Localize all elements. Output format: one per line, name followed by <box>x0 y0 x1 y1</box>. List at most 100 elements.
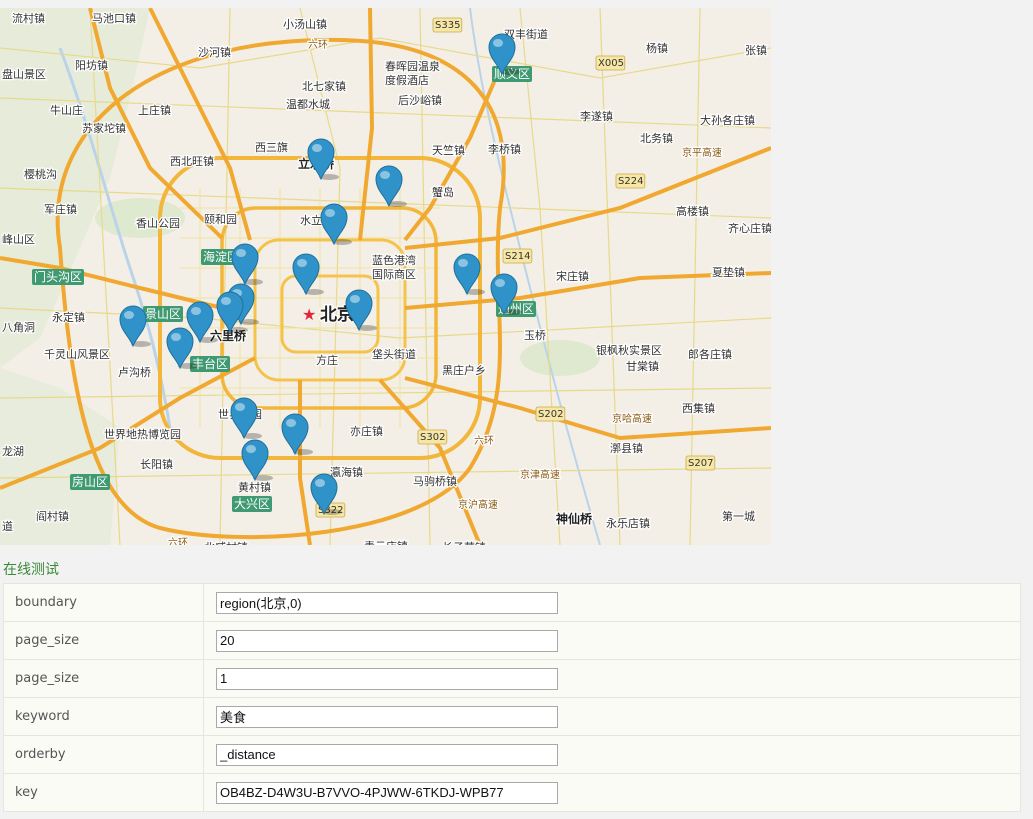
map-label: 黑庄户乡 <box>442 363 486 377</box>
map-label: 丰台区 <box>192 356 228 371</box>
map-label: 春晖园温泉 <box>385 59 440 73</box>
map-label: 甘棠镇 <box>626 359 659 373</box>
param-label: key <box>3 773 204 812</box>
map-label: 京哈高速 <box>612 412 652 425</box>
map-label: 北臧村镇 <box>204 540 248 545</box>
map-label: 峰山区 <box>2 233 35 246</box>
map-label: 龙湖 <box>2 445 24 458</box>
map-label: S302 <box>420 432 445 443</box>
map-label: 天竺镇 <box>432 143 465 157</box>
map-label: 西集镇 <box>682 401 715 415</box>
map-label: 黄村镇 <box>238 480 271 494</box>
map-label: 李遂镇 <box>580 109 613 123</box>
map-label: 长阳镇 <box>140 457 173 471</box>
map-canvas[interactable]: 流村镇 马池口镇 小汤山镇 S335双丰街道六环沙河镇春晖园温泉杨镇 张镇阳坊镇 X005… <box>0 8 771 545</box>
map-label: 齐心庄镇 <box>728 221 771 235</box>
map-label: 漷县镇 <box>610 441 643 455</box>
param-row: boundary <box>3 583 1021 622</box>
param-row: key <box>3 773 1021 812</box>
map-label: 北务镇 <box>640 131 673 145</box>
map-label: 军庄镇 <box>44 202 77 216</box>
map-label: 大兴区 <box>234 497 270 511</box>
map-label: 小汤山镇 <box>283 17 327 31</box>
param-value-cell <box>203 621 1021 660</box>
param-input-page-index[interactable] <box>216 667 558 690</box>
map-label: 八角洞 <box>2 321 35 334</box>
map-label: 流村镇 <box>12 11 45 25</box>
map-label: 垡头街道 <box>372 347 416 361</box>
param-value-cell <box>203 583 1021 622</box>
map-pin-icon[interactable] <box>375 165 407 208</box>
param-value-cell <box>203 773 1021 812</box>
park-area <box>520 340 600 376</box>
map-label: 颐和园 <box>204 213 237 226</box>
map-label: 宋庄镇 <box>556 269 589 283</box>
map-label: 张镇 <box>745 43 767 57</box>
param-row: keyword <box>3 697 1021 736</box>
map-label: 杨镇 <box>646 41 668 55</box>
map-label: 京沪高速 <box>458 498 498 511</box>
param-row: page_size <box>3 659 1021 698</box>
map-label: 景山区 <box>145 307 181 321</box>
map-label: 国际商区 <box>372 267 416 281</box>
map-label: 西三旗 <box>255 140 288 154</box>
map-label: 盘山景区 <box>2 67 46 81</box>
map-label: 卢沟桥 <box>118 366 151 379</box>
map-label: 蟹岛 <box>432 185 454 199</box>
map-label: 亦庄镇 <box>350 424 383 438</box>
param-label: page_size <box>3 621 204 660</box>
map-label: 永定镇 <box>52 310 85 324</box>
map-label: 千灵山风景区 <box>44 348 110 361</box>
map-label: 苏家坨镇 <box>82 121 126 135</box>
map-label: 六环 <box>308 39 328 51</box>
param-label: orderby <box>3 735 204 774</box>
param-label: keyword <box>3 697 204 736</box>
map-label: 长子营镇 <box>442 540 486 545</box>
map-label: 阳坊镇 <box>75 58 108 72</box>
map-label: 后沙峪镇 <box>398 93 442 107</box>
map-label: 永乐店镇 <box>606 516 650 530</box>
map-label: 高楼镇 <box>676 204 709 218</box>
map-label: S224 <box>618 176 643 187</box>
map-label: 夏垫镇 <box>712 265 745 279</box>
param-input-keyword[interactable] <box>216 705 558 728</box>
param-value-cell <box>203 659 1021 698</box>
param-input-orderby[interactable] <box>216 743 558 766</box>
param-row: orderby <box>3 735 1021 774</box>
map-label: 六环 <box>168 537 188 545</box>
map-label: 方庄 <box>316 353 338 367</box>
map-label: 度假酒店 <box>385 73 429 87</box>
map-label: 北七家镇 <box>302 79 346 93</box>
map-pin-icon[interactable] <box>281 413 313 456</box>
map-label: 六环 <box>474 435 494 447</box>
map-label: 瀛海镇 <box>330 465 363 479</box>
map-label: 李桥镇 <box>488 142 521 156</box>
map-label: 阎村镇 <box>36 509 69 523</box>
param-label: boundary <box>3 583 204 622</box>
param-input-key[interactable] <box>216 781 558 804</box>
map-label: 香山公园 <box>136 217 180 230</box>
map-label: 沙河镇 <box>198 45 231 59</box>
map-label: S214 <box>505 251 530 262</box>
map-label: 上庄镇 <box>138 103 171 117</box>
capital-star-icon: ★ <box>302 305 316 324</box>
map-label: 西北旺镇 <box>170 154 214 168</box>
map-view[interactable]: 流村镇 马池口镇 小汤山镇 S335 双丰街道 六环 沙河镇 春晖园温泉 杨镇 张镇 阳坊镇 X005… <box>0 8 771 545</box>
map-label: 樱桃沟 <box>24 167 57 181</box>
map-label: 道 <box>2 519 13 533</box>
map-label: S335 <box>435 20 460 31</box>
map-label: 银枫秋实景区 <box>596 343 662 357</box>
param-value-cell <box>203 697 1021 736</box>
map-label: 京平高速 <box>682 146 722 159</box>
param-input-boundary[interactable] <box>216 591 558 614</box>
map-label: 第一城 <box>722 509 755 523</box>
map-label: 神仙桥 <box>556 511 593 526</box>
map-label: 玉桥 <box>524 329 546 342</box>
map-label: 郎各庄镇 <box>688 347 732 361</box>
param-row: page_size <box>3 621 1021 660</box>
map-label: 世界地热博览园 <box>104 427 181 441</box>
param-input-page-size[interactable] <box>216 629 558 652</box>
map-label: S202 <box>538 409 563 420</box>
param-table-body: boundary page_size page_size keyword ord… <box>3 583 1021 812</box>
map-label: 京津高速 <box>520 468 560 481</box>
